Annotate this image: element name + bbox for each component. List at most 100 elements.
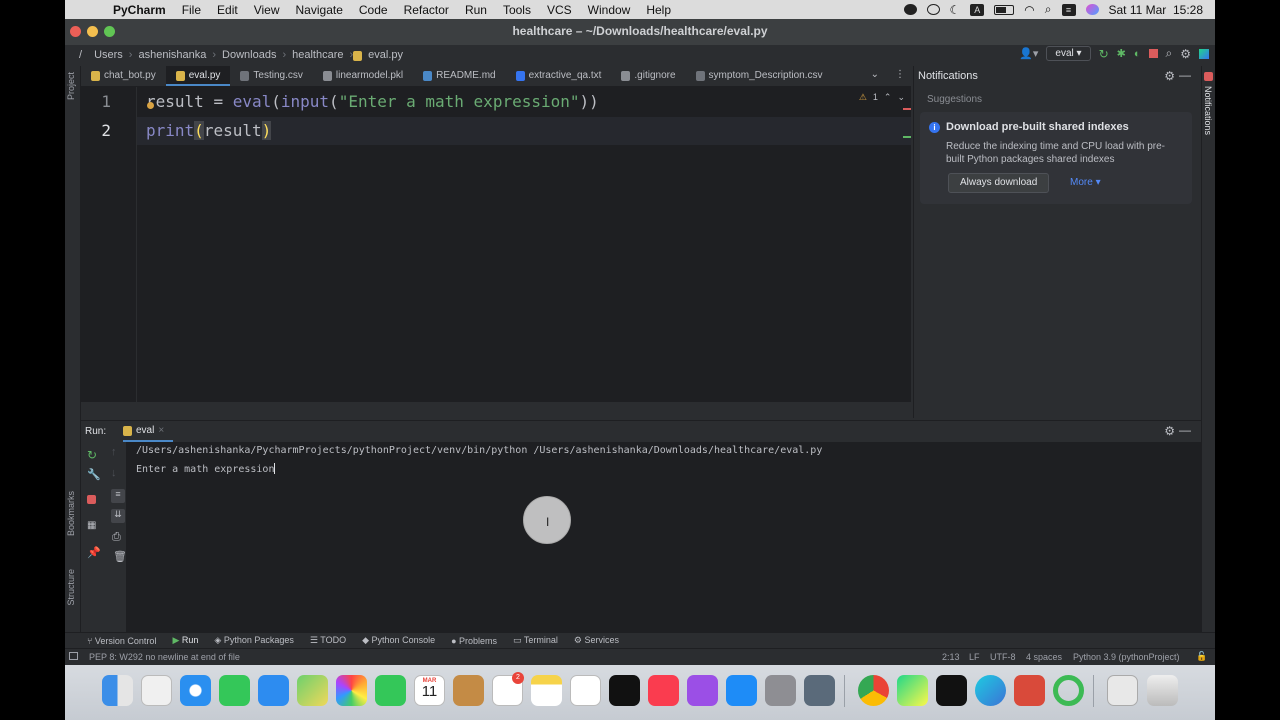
messages-icon[interactable] bbox=[219, 675, 250, 706]
caret-position[interactable]: 2:13 bbox=[942, 652, 960, 662]
control-center-icon[interactable]: ≡ bbox=[1061, 3, 1076, 16]
structure-tool-label[interactable]: Structure bbox=[66, 569, 76, 606]
tab-gitignore[interactable]: .gitignore bbox=[611, 66, 685, 86]
close-window-button[interactable] bbox=[70, 26, 81, 37]
record-icon[interactable] bbox=[903, 4, 917, 15]
notes-icon[interactable] bbox=[531, 675, 562, 706]
screenshot-thumbnail-icon[interactable] bbox=[1107, 675, 1138, 706]
photos-icon[interactable] bbox=[336, 675, 367, 706]
circle-app-icon[interactable] bbox=[1053, 675, 1084, 706]
change-stripe-mark[interactable] bbox=[903, 136, 911, 138]
bulb-icon[interactable] bbox=[147, 102, 154, 109]
terminal-icon[interactable] bbox=[936, 675, 967, 706]
contacts-icon[interactable] bbox=[453, 675, 484, 706]
podcasts-icon[interactable] bbox=[687, 675, 718, 706]
menu-code[interactable]: Code bbox=[351, 3, 396, 17]
stop-icon[interactable] bbox=[87, 495, 96, 504]
tab-linearmodel[interactable]: linearmodel.pkl bbox=[313, 66, 413, 86]
wifi-icon[interactable]: ◠ bbox=[1024, 3, 1034, 17]
chevron-down-icon[interactable]: ⌄ bbox=[897, 92, 905, 103]
plugin-icon[interactable] bbox=[1199, 48, 1209, 59]
tool-terminal[interactable]: ▭ Terminal bbox=[513, 635, 558, 646]
apple-tv-icon[interactable] bbox=[609, 675, 640, 706]
menu-run[interactable]: Run bbox=[457, 3, 495, 17]
menu-edit[interactable]: Edit bbox=[209, 3, 246, 17]
tab-readme[interactable]: README.md bbox=[413, 66, 505, 86]
code-line-1[interactable]: result = eval(input("Enter a math expres… bbox=[146, 92, 599, 111]
rerun-icon[interactable]: ↻ bbox=[1099, 47, 1109, 61]
chrome-icon[interactable] bbox=[858, 675, 889, 706]
zoom-window-button[interactable] bbox=[104, 26, 115, 37]
facetime-icon[interactable] bbox=[375, 675, 406, 706]
scroll-to-end-icon[interactable]: ⇊ bbox=[111, 509, 125, 523]
tabs-dropdown-icon[interactable]: ⌄ bbox=[861, 66, 889, 86]
tab-symptom-description[interactable]: symptom_Description.csv bbox=[686, 66, 833, 86]
notification-bell-icon[interactable] bbox=[1204, 72, 1213, 81]
tool-version-control[interactable]: ⑂ Version Control bbox=[87, 636, 156, 646]
spotlight-icon[interactable]: ⌕ bbox=[1045, 2, 1052, 17]
tool-todo[interactable]: ☰ TODO bbox=[310, 635, 346, 646]
minimize-window-button[interactable] bbox=[87, 26, 98, 37]
minimize-icon[interactable]: — bbox=[1179, 68, 1191, 82]
settings-icon[interactable]: ⚙ bbox=[1164, 424, 1175, 438]
layout-icon[interactable]: ▦ bbox=[87, 520, 96, 531]
menu-clock[interactable]: Sat 11 Mar 15:28 bbox=[1109, 3, 1204, 17]
tool-problems[interactable]: ● Problems bbox=[451, 636, 497, 646]
menu-navigate[interactable]: Navigate bbox=[288, 3, 351, 17]
battery-icon[interactable] bbox=[994, 4, 1015, 15]
run-tab-eval[interactable]: eval × bbox=[123, 425, 164, 436]
app-store-icon[interactable] bbox=[726, 675, 757, 706]
run-config-select[interactable]: eval ▾ bbox=[1046, 46, 1091, 61]
rerun-icon[interactable]: ↻ bbox=[87, 448, 97, 462]
console-input-line[interactable]: Enter a math expression bbox=[136, 463, 276, 475]
debug-icon[interactable]: ✱ bbox=[1117, 47, 1126, 60]
layout-toggle-icon[interactable] bbox=[69, 652, 78, 660]
chevron-up-icon[interactable]: ⌃ bbox=[884, 92, 892, 103]
bookmarks-tool-label[interactable]: Bookmarks bbox=[66, 491, 76, 536]
soft-wrap-icon[interactable]: ≡ bbox=[111, 489, 125, 503]
stop-icon[interactable] bbox=[1148, 49, 1158, 58]
tab-chat-bot[interactable]: chat_bot.py bbox=[81, 66, 166, 86]
trash-icon[interactable] bbox=[1147, 675, 1178, 706]
play-icon[interactable] bbox=[926, 4, 940, 15]
wrench-icon[interactable]: 🔧 bbox=[87, 468, 101, 481]
quicktime-icon[interactable] bbox=[804, 675, 835, 706]
breadcrumb-file[interactable]: eval.py bbox=[362, 49, 409, 61]
siri-icon[interactable] bbox=[1085, 4, 1099, 15]
inspection-widget[interactable]: ⚠ 1 ⌃ ⌄ bbox=[859, 92, 905, 103]
menu-vcs[interactable]: VCS bbox=[539, 3, 580, 17]
tool-services[interactable]: ⚙ Services bbox=[574, 635, 619, 646]
print-icon[interactable]: ⎙ bbox=[112, 531, 121, 544]
pin-icon[interactable]: 📌 bbox=[87, 546, 101, 559]
edge-icon[interactable] bbox=[975, 675, 1006, 706]
search-icon[interactable]: ⌕ bbox=[1166, 46, 1173, 61]
launchpad-icon[interactable] bbox=[141, 675, 172, 706]
music-icon[interactable] bbox=[648, 675, 679, 706]
tab-eval[interactable]: eval.py bbox=[165, 66, 231, 86]
menu-view[interactable]: View bbox=[246, 3, 288, 17]
breadcrumb-downloads[interactable]: Downloads bbox=[216, 49, 282, 61]
safari-icon[interactable] bbox=[180, 675, 211, 706]
coverage-icon[interactable]: ◐ bbox=[1134, 48, 1141, 60]
system-settings-icon[interactable] bbox=[765, 675, 796, 706]
settings-icon[interactable]: ⚙ bbox=[1180, 47, 1191, 61]
moon-icon[interactable]: ☾ bbox=[950, 3, 961, 17]
error-stripe-mark[interactable] bbox=[903, 108, 911, 110]
settings-icon[interactable]: ⚙ bbox=[1164, 69, 1175, 83]
file-encoding[interactable]: UTF-8 bbox=[990, 652, 1016, 662]
wine-icon[interactable] bbox=[1014, 675, 1045, 706]
breadcrumb-user[interactable]: ashenishanka bbox=[132, 49, 212, 61]
menu-file[interactable]: File bbox=[174, 3, 209, 17]
tool-python-packages[interactable]: ◈ Python Packages bbox=[214, 635, 293, 646]
interpreter[interactable]: Python 3.9 (pythonProject) bbox=[1073, 652, 1180, 662]
code-line-2[interactable]: print(result) bbox=[146, 121, 272, 140]
pycharm-icon[interactable] bbox=[897, 675, 928, 706]
tabs-menu-icon[interactable]: ⋮ bbox=[889, 66, 911, 86]
up-arrow-icon[interactable]: ↑ bbox=[111, 446, 117, 458]
keyboard-input-icon[interactable]: A bbox=[970, 3, 985, 16]
finder-icon[interactable] bbox=[102, 675, 133, 706]
calendar-icon[interactable]: MAR 11 bbox=[414, 675, 445, 706]
down-arrow-icon[interactable]: ↓ bbox=[111, 467, 117, 479]
always-download-button[interactable]: Always download bbox=[948, 173, 1050, 193]
freeform-icon[interactable] bbox=[570, 675, 601, 706]
